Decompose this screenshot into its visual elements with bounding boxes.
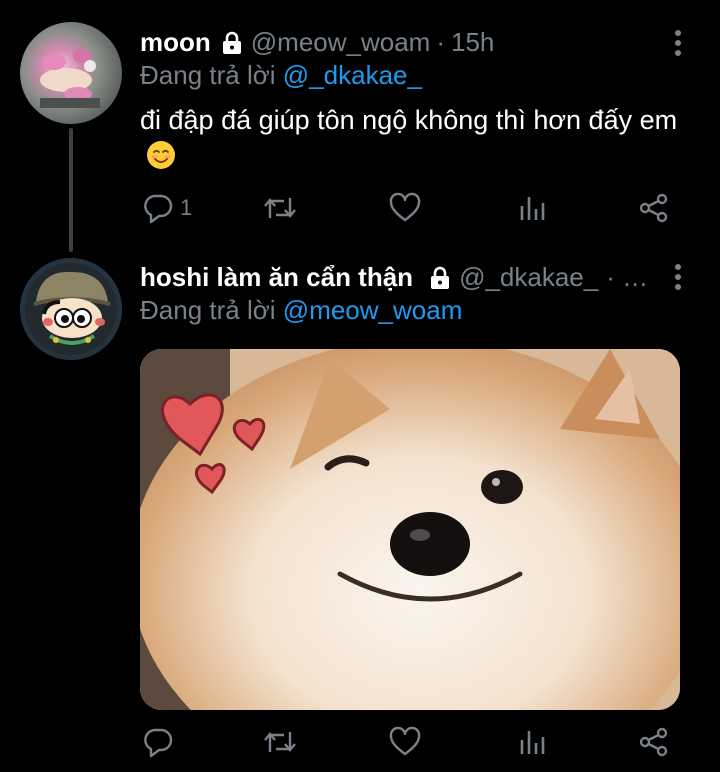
share-button[interactable] (638, 190, 670, 226)
more-vertical-icon[interactable] (668, 28, 688, 58)
replying-to: Đang trả lời @_dkakae_ (140, 60, 422, 91)
retweet-icon (262, 726, 298, 758)
tweet-body: đi đập đá giúp tôn ngộ không thì hơn đấy… (140, 105, 678, 135)
replying-to: Đang trả lời @meow_woam (140, 295, 462, 326)
timestamp[interactable]: 15h (451, 27, 494, 58)
display-name[interactable]: moon (140, 27, 211, 58)
display-name[interactable]: hoshi làm ăn cẩn thận (140, 262, 413, 293)
more-vertical-icon[interactable] (668, 262, 688, 292)
share-icon (638, 726, 670, 758)
analytics-button[interactable] (518, 190, 548, 226)
tweet-header: hoshi làm ăn cẩn thận @_dkakae_ · … (140, 262, 648, 293)
like-button[interactable] (388, 190, 422, 226)
analytics-button[interactable] (518, 724, 548, 760)
reply-button[interactable] (142, 724, 174, 760)
handle[interactable]: @meow_woam (251, 27, 431, 58)
share-button[interactable] (638, 724, 670, 760)
reply-button[interactable]: 1 (142, 190, 192, 226)
replying-to-label: Đang trả lời (140, 295, 276, 325)
lock-icon (427, 265, 453, 291)
separator: · … (606, 262, 649, 292)
handle[interactable]: @_dkakae_ (459, 262, 598, 293)
separator: · (436, 27, 445, 57)
retweet-button[interactable] (262, 724, 298, 760)
reply-icon (142, 192, 174, 224)
reply-mention-link[interactable]: @meow_woam (283, 295, 463, 325)
tweet-text: đi đập đá giúp tôn ngộ không thì hơn đấy… (140, 102, 680, 174)
tweet-header: moon @meow_woam · 15h (140, 27, 494, 58)
media-image[interactable] (140, 349, 680, 710)
reply-mention-link[interactable]: @_dkakae_ (283, 60, 422, 90)
retweet-icon (262, 192, 298, 224)
share-icon (638, 192, 670, 224)
heart-icon (388, 726, 422, 758)
thread-line (69, 128, 73, 252)
heart-icon (388, 192, 422, 224)
retweet-button[interactable] (262, 190, 298, 226)
tweet-actions: 1 (140, 190, 680, 226)
like-button[interactable] (388, 724, 422, 760)
smiling-face-icon (146, 140, 176, 170)
tweet-actions (140, 724, 680, 760)
reply-count: 1 (180, 195, 193, 220)
lock-icon (219, 30, 245, 56)
replying-to-label: Đang trả lời (140, 60, 276, 90)
reply-icon (142, 726, 174, 758)
analytics-icon (518, 192, 548, 224)
avatar[interactable] (20, 22, 122, 124)
avatar[interactable] (20, 258, 122, 360)
analytics-icon (518, 726, 548, 758)
